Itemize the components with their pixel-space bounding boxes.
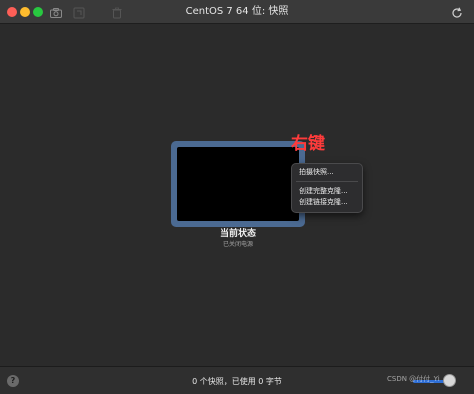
menu-separator bbox=[296, 181, 358, 182]
right-click-annotation: 右键 bbox=[291, 134, 325, 154]
menu-item-full-clone[interactable]: 创建完整克隆... bbox=[296, 186, 358, 197]
title-bar: CentOS 7 64 位: 快照 bbox=[0, 0, 474, 24]
zoom-slider-knob[interactable] bbox=[443, 374, 456, 387]
reload-icon[interactable] bbox=[450, 5, 464, 19]
snapshot-manager-window: CentOS 7 64 位: 快照 当前状态 已关闭电源 右键 拍摄快照... … bbox=[0, 0, 474, 394]
watermark: CSDN @付付_Yi bbox=[387, 375, 440, 383]
window-title: CentOS 7 64 位: 快照 bbox=[185, 6, 289, 17]
menu-item-take-snapshot[interactable]: 拍摄快照... bbox=[296, 167, 358, 178]
context-menu: 拍摄快照... 创建完整克隆... 创建链接克隆... bbox=[291, 163, 363, 213]
snapshot-thumbnail bbox=[177, 147, 299, 221]
current-state-label: 当前状态 bbox=[219, 229, 256, 239]
current-state-snapshot[interactable] bbox=[171, 141, 305, 227]
power-state-label: 已关闭电源 bbox=[222, 241, 253, 248]
menu-item-linked-clone[interactable]: 创建链接克隆... bbox=[296, 197, 358, 208]
